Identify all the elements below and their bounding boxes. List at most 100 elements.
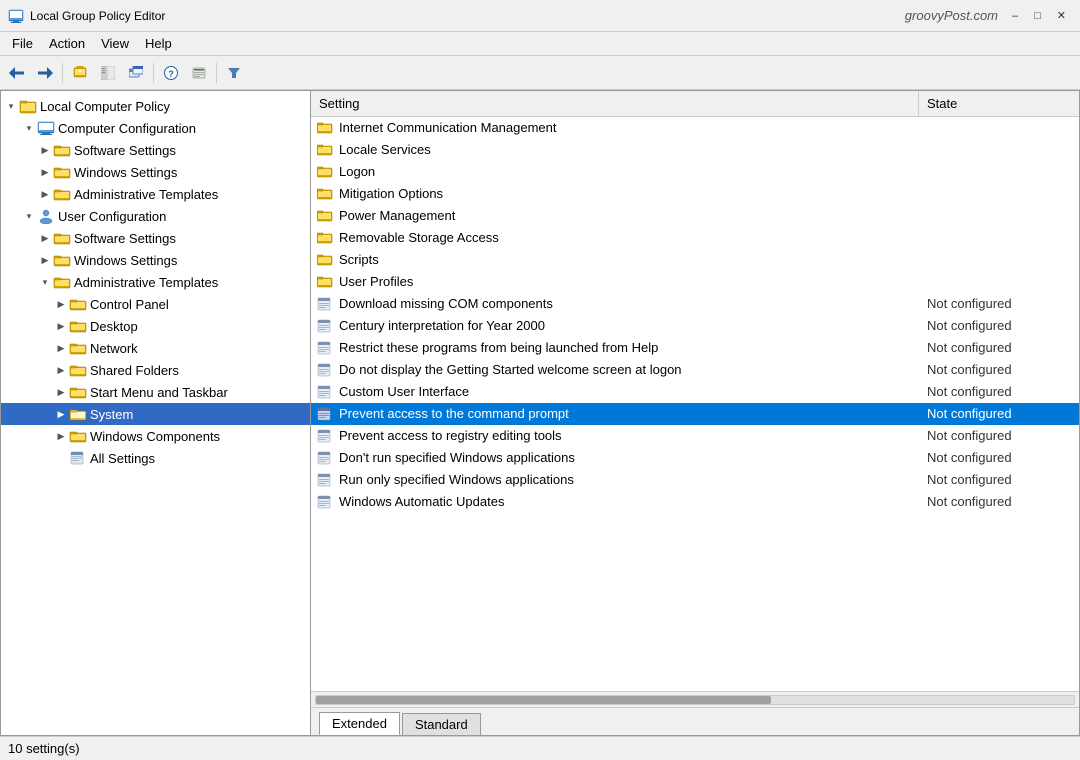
tree-shared-folders[interactable]: ▶ Shared Folders xyxy=(1,359,310,381)
row-setting-name: Power Management xyxy=(339,208,919,223)
sm-icon xyxy=(69,384,87,400)
admin1-toggle[interactable]: ▶ xyxy=(37,186,53,202)
menu-file[interactable]: File xyxy=(4,34,41,53)
list-item[interactable]: User Profiles xyxy=(311,271,1079,293)
tree-admin-tmpl-2[interactable]: ▾ Administrative Templates xyxy=(1,271,310,293)
h-scrollbar-thumb[interactable] xyxy=(316,696,771,704)
menu-view[interactable]: View xyxy=(93,34,137,53)
cp-label: Control Panel xyxy=(90,297,169,312)
maximize-button[interactable]: □ xyxy=(1028,8,1047,24)
as-icon xyxy=(69,450,87,466)
list-item-selected[interactable]: Prevent access to the command prompt Not… xyxy=(311,403,1079,425)
wc-toggle[interactable]: ▶ xyxy=(53,428,69,444)
list-item[interactable]: Prevent access to registry editing tools… xyxy=(311,425,1079,447)
row-setting-name: Windows Automatic Updates xyxy=(339,494,919,509)
system-toggle[interactable]: ▶ xyxy=(53,406,69,422)
tree-user-config[interactable]: ▾ User Configuration xyxy=(1,205,310,227)
admin1-label: Administrative Templates xyxy=(74,187,218,202)
list-item[interactable]: Power Management xyxy=(311,205,1079,227)
tree-sw-settings-1[interactable]: ▶ Software Settings xyxy=(1,139,310,161)
tree-sw-settings-2[interactable]: ▶ Software Settings xyxy=(1,227,310,249)
row-state-value: Not configured xyxy=(919,362,1079,377)
forward-button[interactable] xyxy=(32,60,58,86)
list-item[interactable]: Do not display the Getting Started welco… xyxy=(311,359,1079,381)
list-item[interactable]: Removable Storage Access xyxy=(311,227,1079,249)
list-item[interactable]: Windows Automatic Updates Not configured xyxy=(311,491,1079,513)
sf-toggle[interactable]: ▶ xyxy=(53,362,69,378)
tree-system[interactable]: ▶ System xyxy=(1,403,310,425)
list-item[interactable]: Custom User Interface Not configured xyxy=(311,381,1079,403)
close-button[interactable]: ✕ xyxy=(1051,7,1072,24)
win1-label: Windows Settings xyxy=(74,165,177,180)
desktop-toggle[interactable]: ▶ xyxy=(53,318,69,334)
win1-toggle[interactable]: ▶ xyxy=(37,164,53,180)
list-item[interactable]: Don't run specified Windows applications… xyxy=(311,447,1079,469)
list-item[interactable]: Restrict these programs from being launc… xyxy=(311,337,1079,359)
filter-button[interactable] xyxy=(221,60,247,86)
list-item[interactable]: Locale Services xyxy=(311,139,1079,161)
row-policy-icon xyxy=(311,319,339,333)
admin2-toggle[interactable]: ▾ xyxy=(37,274,53,290)
computer-config-toggle[interactable]: ▾ xyxy=(21,120,37,136)
row-setting-name: Removable Storage Access xyxy=(339,230,919,245)
title-bar: Local Group Policy Editor groovyPost.com… xyxy=(0,0,1080,32)
toolbar-separator-3 xyxy=(216,63,217,83)
row-folder-icon xyxy=(311,253,339,266)
row-state-value: Not configured xyxy=(919,406,1079,421)
root-label: Local Computer Policy xyxy=(40,99,170,114)
tab-extended[interactable]: Extended xyxy=(319,712,400,735)
system-label: System xyxy=(90,407,133,422)
tree-control-panel[interactable]: ▶ Control Panel xyxy=(1,293,310,315)
tree-network[interactable]: ▶ Network xyxy=(1,337,310,359)
cp-toggle[interactable]: ▶ xyxy=(53,296,69,312)
show-hide-button[interactable] xyxy=(95,60,121,86)
menu-help[interactable]: Help xyxy=(137,34,180,53)
tree-admin-tmpl-1[interactable]: ▶ Administrative Templates xyxy=(1,183,310,205)
tree-win-components[interactable]: ▶ Windows Components xyxy=(1,425,310,447)
row-state-value: Not configured xyxy=(919,340,1079,355)
row-policy-icon xyxy=(311,297,339,311)
sw2-toggle[interactable]: ▶ xyxy=(37,230,53,246)
list-item[interactable]: Scripts xyxy=(311,249,1079,271)
window-controls[interactable]: ‒ □ ✕ xyxy=(1006,7,1072,24)
col-setting-header[interactable]: Setting xyxy=(311,91,919,116)
computer-config-icon xyxy=(37,120,55,136)
back-button[interactable] xyxy=(4,60,30,86)
tree-all-settings[interactable]: All Settings xyxy=(1,447,310,469)
network-icon xyxy=(69,340,87,356)
list-item[interactable]: Download missing COM components Not conf… xyxy=(311,293,1079,315)
export-button[interactable] xyxy=(186,60,212,86)
col-state-label: State xyxy=(927,96,957,111)
tree-win-settings-1[interactable]: ▶ Windows Settings xyxy=(1,161,310,183)
tree-root[interactable]: ▾ Local Computer Policy xyxy=(1,95,310,117)
root-toggle[interactable]: ▾ xyxy=(3,98,19,114)
up-button[interactable] xyxy=(67,60,93,86)
list-item[interactable]: Logon xyxy=(311,161,1079,183)
window-title: Local Group Policy Editor xyxy=(30,9,905,23)
sm-toggle[interactable]: ▶ xyxy=(53,384,69,400)
list-content[interactable]: Internet Communication Management Locale… xyxy=(311,117,1079,691)
win2-toggle[interactable]: ▶ xyxy=(37,252,53,268)
tab-standard[interactable]: Standard xyxy=(402,713,481,735)
new-window-button[interactable] xyxy=(123,60,149,86)
tree-win-settings-2[interactable]: ▶ Windows Settings xyxy=(1,249,310,271)
minimize-button[interactable]: ‒ xyxy=(1006,8,1024,24)
h-scrollbar-track[interactable] xyxy=(315,695,1075,705)
user-config-toggle[interactable]: ▾ xyxy=(21,208,37,224)
menu-action[interactable]: Action xyxy=(41,34,93,53)
list-item[interactable]: Internet Communication Management xyxy=(311,117,1079,139)
sw1-toggle[interactable]: ▶ xyxy=(37,142,53,158)
help-button[interactable]: ? xyxy=(158,60,184,86)
row-state-value: Not configured xyxy=(919,384,1079,399)
tree-desktop[interactable]: ▶ Desktop xyxy=(1,315,310,337)
tree-computer-config[interactable]: ▾ Computer Configuration xyxy=(1,117,310,139)
list-item[interactable]: Run only specified Windows applications … xyxy=(311,469,1079,491)
tree-start-menu[interactable]: ▶ Start Menu and Taskbar xyxy=(1,381,310,403)
list-item[interactable]: Mitigation Options xyxy=(311,183,1079,205)
col-state-header[interactable]: State xyxy=(919,91,1079,116)
list-item[interactable]: Century interpretation for Year 2000 Not… xyxy=(311,315,1079,337)
horizontal-scrollbar[interactable] xyxy=(311,691,1079,707)
network-toggle[interactable]: ▶ xyxy=(53,340,69,356)
row-setting-name: Internet Communication Management xyxy=(339,120,919,135)
row-setting-name: Prevent access to the command prompt xyxy=(339,406,919,421)
